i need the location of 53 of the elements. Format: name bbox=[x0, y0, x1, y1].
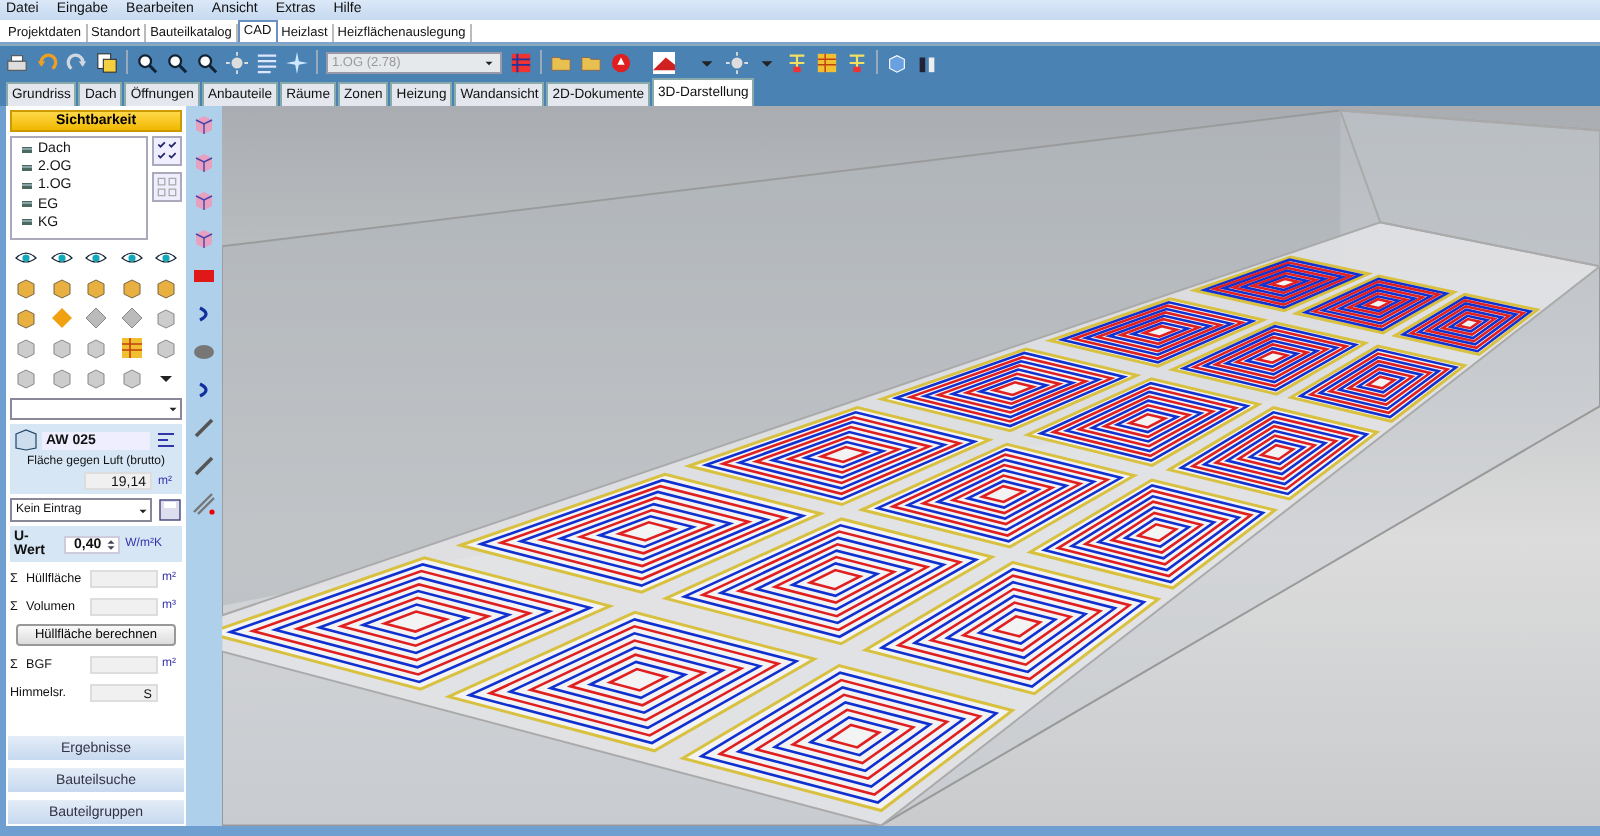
box-icon[interactable] bbox=[49, 275, 73, 299]
line-icon[interactable] bbox=[192, 416, 216, 440]
value-field[interactable] bbox=[90, 655, 158, 673]
sun-icon[interactable] bbox=[226, 51, 248, 73]
box-icon[interactable] bbox=[154, 305, 178, 329]
value-field[interactable] bbox=[90, 597, 158, 615]
check-all-icon[interactable] bbox=[152, 136, 182, 166]
box-icon[interactable] bbox=[84, 275, 108, 299]
sparkle-icon[interactable] bbox=[286, 51, 308, 73]
rectangle-icon[interactable] bbox=[192, 264, 216, 288]
hatch-icon[interactable] bbox=[192, 492, 216, 516]
cube-icon[interactable] bbox=[886, 51, 908, 73]
cube-icon[interactable] bbox=[192, 112, 216, 136]
line-icon[interactable] bbox=[192, 454, 216, 478]
diamond-icon[interactable] bbox=[119, 305, 143, 329]
box-icon[interactable] bbox=[154, 275, 178, 299]
cube-icon[interactable] bbox=[192, 188, 216, 212]
printer-icon[interactable] bbox=[6, 51, 28, 73]
folder-icon[interactable] bbox=[550, 51, 572, 73]
dropdown[interactable] bbox=[10, 398, 182, 420]
tree-icon[interactable] bbox=[846, 51, 868, 73]
box-icon[interactable] bbox=[14, 305, 38, 329]
warning-icon[interactable] bbox=[610, 51, 632, 73]
tree-icon[interactable] bbox=[786, 51, 808, 73]
zoom-out-icon[interactable] bbox=[196, 51, 218, 73]
box-icon[interactable] bbox=[49, 335, 73, 359]
box-icon[interactable] bbox=[14, 275, 38, 299]
table-icon[interactable] bbox=[816, 51, 838, 73]
grid-icon[interactable] bbox=[510, 51, 532, 73]
box-icon[interactable] bbox=[119, 275, 143, 299]
diamond-icon[interactable] bbox=[84, 305, 108, 329]
save-icon[interactable] bbox=[158, 498, 182, 522]
zoom-icon[interactable] bbox=[136, 51, 158, 73]
sun-icon[interactable] bbox=[726, 51, 748, 73]
folder-icon[interactable] bbox=[580, 51, 602, 73]
cube-icon[interactable] bbox=[192, 226, 216, 250]
list-icon[interactable] bbox=[256, 51, 278, 73]
text-icon[interactable] bbox=[154, 428, 178, 452]
box-icon[interactable] bbox=[84, 365, 108, 389]
value-field[interactable] bbox=[90, 569, 158, 587]
redo-icon[interactable] bbox=[66, 51, 88, 73]
copy-icon[interactable] bbox=[96, 51, 118, 73]
box-icon[interactable] bbox=[49, 365, 73, 389]
cube-icon[interactable] bbox=[192, 150, 216, 174]
oval-icon[interactable] bbox=[192, 340, 216, 364]
spinner-icon bbox=[103, 537, 118, 551]
box-icon[interactable] bbox=[14, 335, 38, 359]
box-icon[interactable] bbox=[84, 335, 108, 359]
box-icon[interactable] bbox=[14, 365, 38, 389]
diamond-icon[interactable] bbox=[49, 305, 73, 329]
box-icon[interactable] bbox=[119, 365, 143, 389]
caret-icon bbox=[166, 402, 180, 416]
zoom-in-icon[interactable] bbox=[166, 51, 188, 73]
